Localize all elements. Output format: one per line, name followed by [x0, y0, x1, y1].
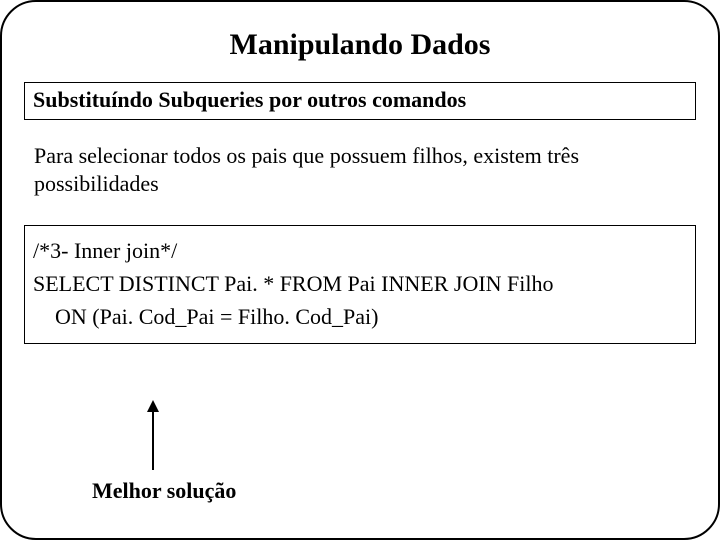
subtitle-text: Substituíndo Subqueries por outros coman… — [33, 87, 687, 113]
arrow-caption: Melhor solução — [92, 478, 236, 504]
code-line-1: /*3- Inner join*/ — [33, 234, 687, 267]
code-line-2: SELECT DISTINCT Pai. * FROM Pai INNER JO… — [33, 267, 687, 300]
arrow-up-icon — [152, 402, 154, 470]
arrow-line-icon — [152, 402, 154, 470]
code-box: /*3- Inner join*/ SELECT DISTINCT Pai. *… — [24, 225, 696, 344]
body-paragraph: Para selecionar todos os pais que possue… — [34, 142, 690, 197]
slide-title: Manipulando Dados — [24, 28, 696, 62]
slide-frame: Manipulando Dados Substituíndo Subquerie… — [0, 0, 720, 540]
subtitle-box: Substituíndo Subqueries por outros coman… — [24, 82, 696, 120]
code-line-3: ON (Pai. Cod_Pai = Filho. Cod_Pai) — [33, 300, 687, 333]
